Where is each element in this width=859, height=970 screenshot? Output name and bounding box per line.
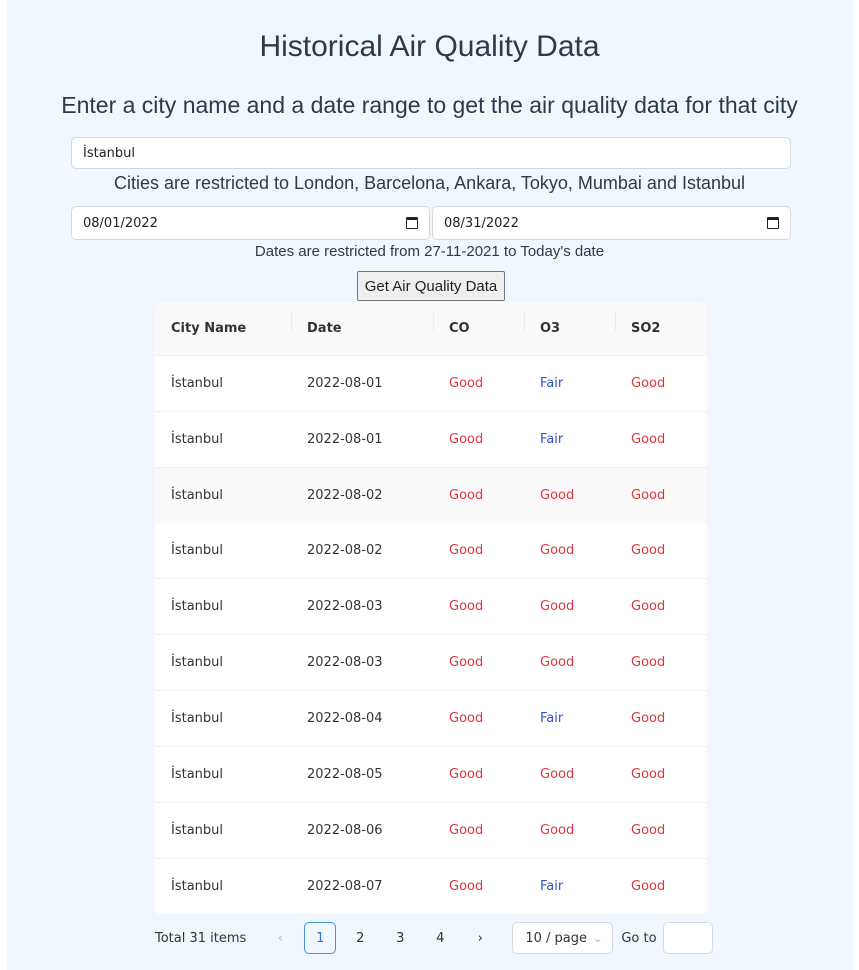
page-size-value: 10 / page: [525, 930, 587, 946]
column-header-o3[interactable]: O3: [524, 310, 615, 336]
pagination: Total 31 items ‹ 1 2 3 4 › 10 / page ⌄ G…: [155, 922, 713, 954]
table-row: İstanbul 2022-08-03 Good Good Good: [155, 635, 707, 691]
cell-so2: Good: [631, 599, 666, 614]
cell-city: İstanbul: [171, 376, 224, 391]
table-row: İstanbul 2022-08-03 Good Good Good: [155, 579, 707, 635]
calendar-icon[interactable]: [406, 217, 418, 229]
cell-city: İstanbul: [171, 543, 224, 558]
cell-city: İstanbul: [171, 711, 224, 726]
cell-so2: Good: [631, 767, 666, 782]
cell-date: 2022-08-06: [307, 823, 383, 838]
cell-o3: Fair: [540, 879, 564, 894]
date-hint: Dates are restricted from 27-11-2021 to …: [254, 243, 605, 260]
cell-so2: Good: [631, 543, 666, 558]
goto-page-input[interactable]: [662, 922, 713, 954]
cell-o3: Fair: [540, 432, 564, 447]
page-size-select[interactable]: 10 / page ⌄: [512, 922, 614, 954]
table-row: İstanbul 2022-08-01 Good Fair Good: [155, 356, 707, 412]
cell-o3: Good: [540, 543, 575, 558]
page-title: Historical Air Quality Data: [259, 30, 600, 63]
table-header-row: City Name Date CO O3 SO2: [155, 302, 707, 356]
cell-o3: Good: [540, 488, 575, 503]
page-2-button[interactable]: 2: [344, 922, 376, 954]
cell-o3: Good: [540, 599, 575, 614]
cell-so2: Good: [631, 432, 666, 447]
table-row: İstanbul 2022-08-07 Good Fair Good: [155, 859, 707, 914]
cell-date: 2022-08-01: [307, 376, 383, 391]
cell-co: Good: [449, 767, 484, 782]
cell-co: Good: [449, 711, 484, 726]
cell-date: 2022-08-02: [307, 543, 383, 558]
calendar-icon[interactable]: [767, 217, 779, 229]
total-items: Total 31 items: [155, 930, 247, 946]
cell-city: İstanbul: [171, 655, 224, 670]
table-row: İstanbul 2022-08-02 Good Good Good: [155, 523, 707, 579]
prev-page-icon[interactable]: ‹: [264, 922, 296, 954]
cell-date: 2022-08-03: [307, 599, 383, 614]
cell-co: Good: [449, 376, 484, 391]
cell-date: 2022-08-01: [307, 432, 383, 447]
cell-co: Good: [449, 823, 484, 838]
cell-o3: Good: [540, 767, 575, 782]
cell-city: İstanbul: [171, 488, 224, 503]
cell-city: İstanbul: [171, 879, 224, 894]
cell-date: 2022-08-04: [307, 711, 383, 726]
cell-date: 2022-08-05: [307, 767, 383, 782]
cell-co: Good: [449, 543, 484, 558]
cell-city: İstanbul: [171, 599, 224, 614]
cell-so2: Good: [631, 823, 666, 838]
start-date-value: 08/01/2022: [83, 215, 158, 231]
air-quality-table: City Name Date CO O3 SO2 İstanbul 2022-08…: [155, 302, 707, 914]
column-header-co[interactable]: CO: [433, 310, 524, 336]
cell-o3: Good: [540, 655, 575, 670]
page-3-button[interactable]: 3: [384, 922, 416, 954]
cell-city: İstanbul: [171, 823, 224, 838]
get-air-quality-button[interactable]: Get Air Quality Data: [357, 271, 505, 301]
end-date-value: 08/31/2022: [444, 215, 519, 231]
cell-so2: Good: [631, 879, 666, 894]
cell-o3: Good: [540, 823, 575, 838]
cell-o3: Fair: [540, 711, 564, 726]
column-header-so2[interactable]: SO2: [615, 310, 707, 336]
goto-label: Go to: [621, 930, 657, 946]
table-row: İstanbul 2022-08-01 Good Fair Good: [155, 412, 707, 468]
column-header-date[interactable]: Date: [291, 310, 433, 336]
cell-so2: Good: [631, 488, 666, 503]
cell-city: İstanbul: [171, 767, 224, 782]
table-row: İstanbul 2022-08-04 Good Fair Good: [155, 691, 707, 747]
cell-date: 2022-08-03: [307, 655, 383, 670]
cell-co: Good: [449, 879, 484, 894]
page-1-button[interactable]: 1: [304, 922, 337, 954]
table-row: İstanbul 2022-08-05 Good Good Good: [155, 747, 707, 803]
cell-so2: Good: [631, 655, 666, 670]
table-row: İstanbul 2022-08-06 Good Good Good: [155, 803, 707, 859]
cell-o3: Fair: [540, 376, 564, 391]
city-input-value: İstanbul: [83, 145, 136, 161]
cell-date: 2022-08-07: [307, 879, 383, 894]
table-row: İstanbul 2022-08-02 Good Good Good: [155, 468, 707, 523]
city-input[interactable]: İstanbul: [71, 137, 791, 169]
cell-so2: Good: [631, 376, 666, 391]
chevron-down-icon: ⌄: [593, 931, 603, 945]
end-date-input[interactable]: 08/31/2022: [432, 206, 791, 240]
page-4-button[interactable]: 4: [424, 922, 456, 954]
cell-co: Good: [449, 432, 484, 447]
cell-date: 2022-08-02: [307, 488, 383, 503]
start-date-input[interactable]: 08/01/2022: [71, 206, 430, 240]
column-header-city[interactable]: City Name: [155, 321, 291, 336]
city-hint: Cities are restricted to London, Barcelo…: [113, 173, 746, 193]
cell-co: Good: [449, 488, 484, 503]
cell-co: Good: [449, 599, 484, 614]
table-body: İstanbul 2022-08-01 Good Fair Good İstanbul 20…: [155, 356, 707, 914]
cell-city: İstanbul: [171, 432, 224, 447]
cell-so2: Good: [631, 711, 666, 726]
cell-co: Good: [449, 655, 484, 670]
next-page-icon[interactable]: ›: [464, 922, 496, 954]
page-subtitle: Enter a city name and a date range to ge…: [61, 92, 798, 118]
